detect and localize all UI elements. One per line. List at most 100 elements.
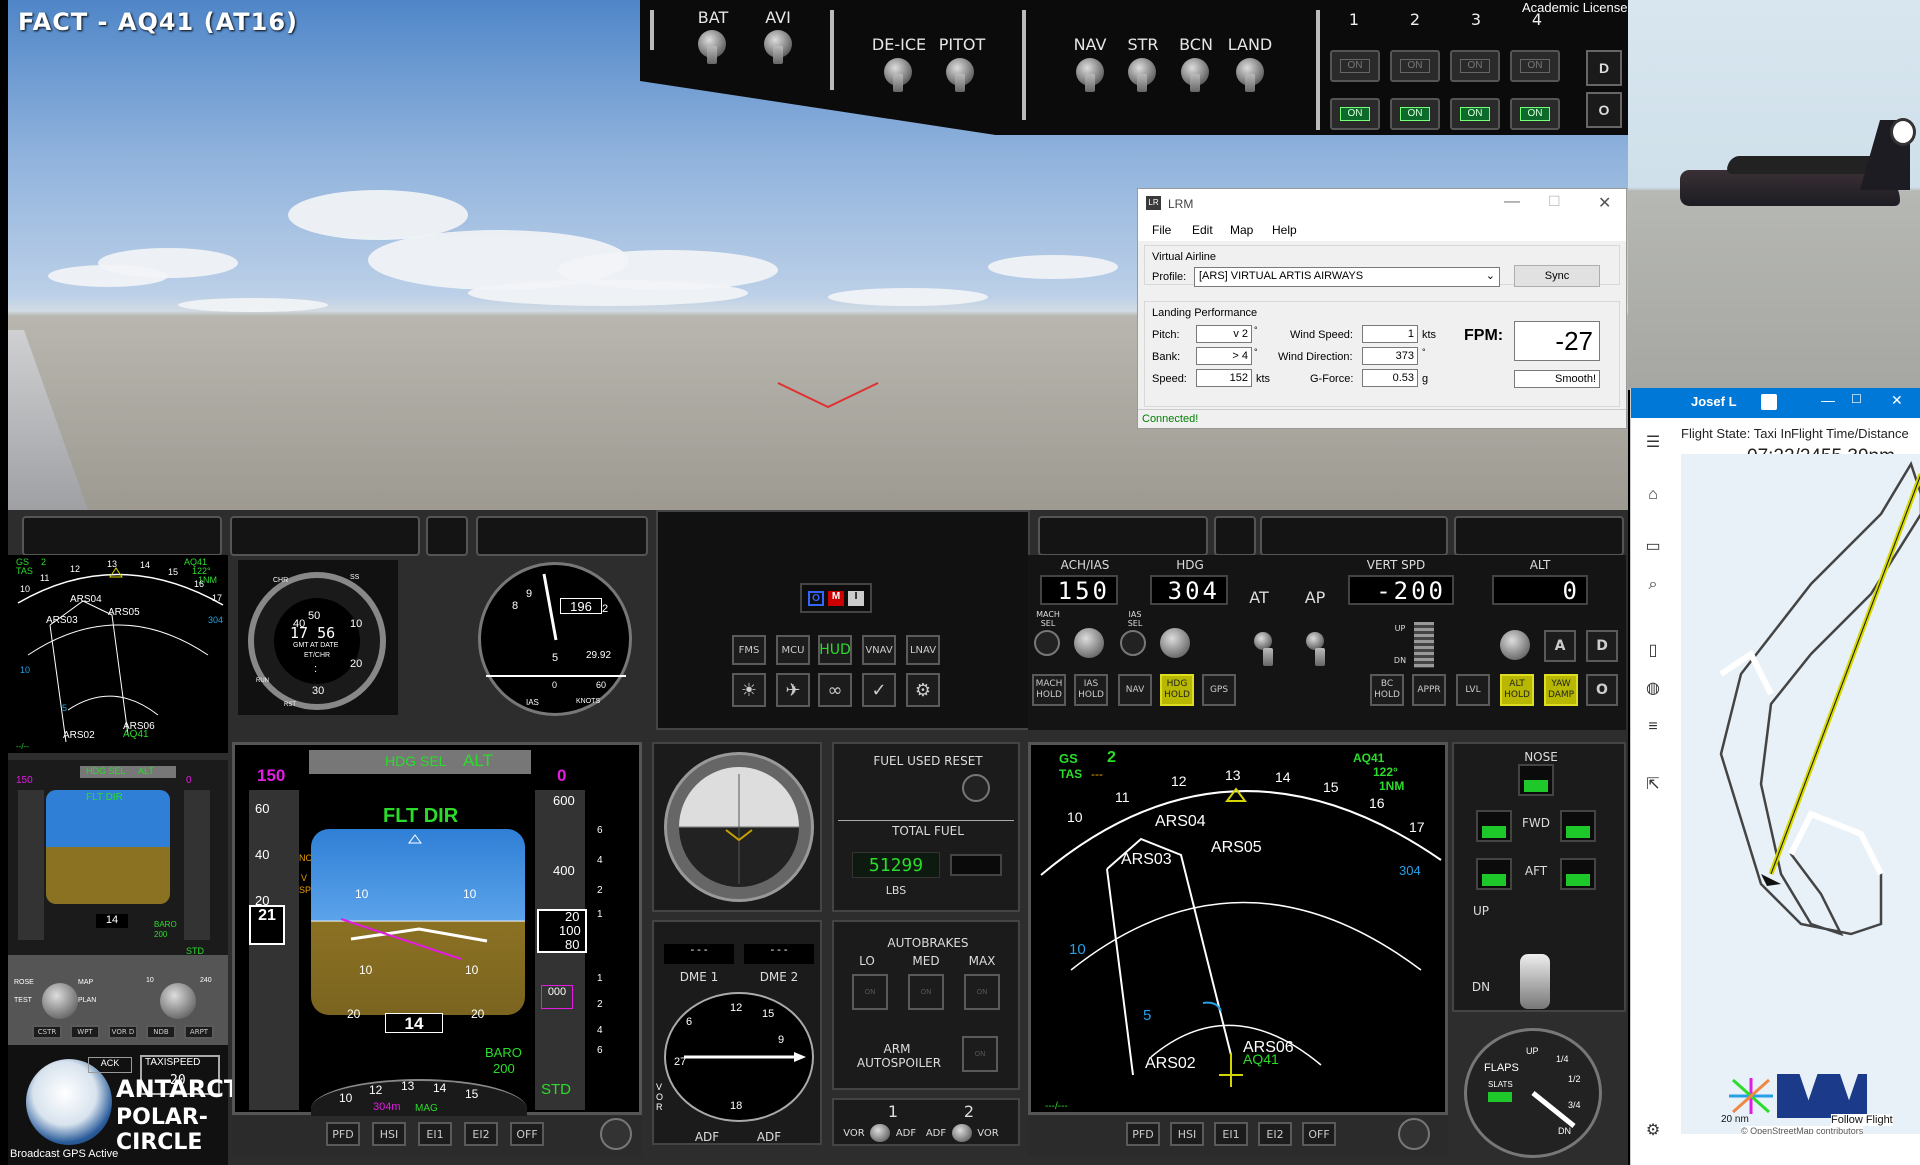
gps-button[interactable]: GPS	[1202, 674, 1236, 706]
checklist-icon[interactable]: ✓	[862, 673, 896, 707]
mini-vord-button[interactable]: VOR D	[108, 1025, 138, 1039]
menu-file[interactable]: File	[1152, 223, 1171, 237]
mini-ndb-button[interactable]: NDB	[146, 1025, 176, 1039]
sync-button[interactable]: Sync	[1514, 265, 1600, 287]
engine-4-start-button[interactable]: ON	[1510, 50, 1560, 82]
nd-pfd-button[interactable]: PFD	[1126, 1122, 1160, 1146]
menu-map[interactable]: Map	[1230, 223, 1253, 237]
at-switch[interactable]	[1254, 632, 1273, 666]
flight-map[interactable]: 20 nm Follow Flight © OpenStreetMap cont…	[1681, 454, 1920, 1134]
land-switch[interactable]	[1236, 58, 1264, 92]
pitot-switch[interactable]	[946, 58, 974, 92]
autobrake-lo-button[interactable]: ON	[852, 974, 888, 1010]
lvl-button[interactable]: LVL	[1456, 674, 1490, 706]
list-icon[interactable]: ≡	[1643, 718, 1663, 738]
yaw-damp-button[interactable]: YAW DAMP	[1544, 674, 1578, 706]
hud-button[interactable]: HUD	[818, 635, 852, 665]
logbook-icon[interactable]: ▭	[1643, 536, 1663, 556]
overhead-o-button[interactable]: O	[1586, 92, 1622, 128]
search-icon[interactable]: ⌕	[1643, 576, 1663, 596]
minimize-icon[interactable]: —	[1821, 392, 1835, 408]
mini-range-knob[interactable]	[160, 983, 196, 1019]
bat-switch[interactable]	[698, 30, 726, 64]
appr-button[interactable]: APPR	[1412, 674, 1446, 706]
radio-2-knob[interactable]	[952, 1124, 972, 1142]
radio-1-knob[interactable]	[870, 1124, 890, 1142]
mini-mode-knob[interactable]	[42, 983, 78, 1019]
hdg-hold-button[interactable]: HDG HOLD	[1160, 674, 1194, 706]
mini-wpt-button[interactable]: WPT	[70, 1025, 100, 1039]
menu-icon[interactable]: ☰	[1643, 432, 1663, 452]
mini-cstr-button[interactable]: CSTR	[32, 1025, 62, 1039]
engine-3-start-button[interactable]: ON	[1450, 50, 1500, 82]
home-icon[interactable]: ⌂	[1643, 486, 1663, 506]
nav-switch[interactable]	[1076, 58, 1104, 92]
mcp-o-button[interactable]: O	[1586, 674, 1618, 706]
pfd-pfd-button[interactable]: PFD	[326, 1122, 360, 1146]
altitude-knob[interactable]	[1500, 630, 1530, 660]
close-icon[interactable]: ✕	[1598, 193, 1611, 213]
ias-hold-button[interactable]: IAS HOLD	[1074, 674, 1108, 706]
nd-hsi-button[interactable]: HSI	[1170, 1122, 1204, 1146]
fms-button[interactable]: FMS	[732, 635, 766, 665]
autobrake-med-button[interactable]: ON	[908, 974, 944, 1010]
mach-sel-button[interactable]	[1034, 630, 1060, 656]
autobrake-max-button[interactable]: ON	[964, 974, 1000, 1010]
speed-knob[interactable]	[1074, 628, 1104, 658]
close-icon[interactable]: ✕	[1891, 392, 1903, 409]
nd-ei2-button[interactable]: EI2	[1258, 1122, 1292, 1146]
settings-gear-icon[interactable]: ⚙	[1643, 1120, 1663, 1140]
maximize-icon[interactable]: ☐	[1851, 392, 1862, 406]
pfd: HDG SEL ALT 150 0 60 40 20 NO V SPD 21 F…	[232, 742, 642, 1139]
avi-switch[interactable]	[764, 30, 792, 64]
nav-button[interactable]: NAV	[1118, 674, 1152, 706]
maximize-icon[interactable]: ☐	[1548, 193, 1561, 210]
engine-2-start-button[interactable]: ON	[1390, 50, 1440, 82]
weather-icon[interactable]: ☀	[732, 673, 766, 707]
globe-icon[interactable]: ◍	[1643, 678, 1663, 698]
pfd-ei1-button[interactable]: EI1	[418, 1122, 452, 1146]
mcu-button[interactable]: MCU	[776, 635, 810, 665]
nd-off-button[interactable]: OFF	[1302, 1122, 1336, 1146]
engine-1-run-button[interactable]: ON	[1330, 98, 1380, 130]
overhead-d-button[interactable]: D	[1586, 50, 1622, 86]
fuel-reset-button[interactable]	[962, 774, 990, 802]
mini-arpt-button[interactable]: ARPT	[184, 1025, 214, 1039]
minimize-icon[interactable]: —	[1504, 193, 1520, 211]
menu-help[interactable]: Help	[1272, 223, 1297, 237]
autospoiler-button[interactable]: ON	[962, 1036, 998, 1072]
share-icon[interactable]: ⇱	[1643, 774, 1663, 794]
pfd-hsi-button[interactable]: HSI	[372, 1122, 406, 1146]
mcp-d-button[interactable]: D	[1586, 630, 1618, 662]
ias-sel-button[interactable]	[1120, 630, 1146, 656]
flight-icon[interactable]: ✈	[776, 673, 810, 707]
engine-4-run-button[interactable]: ON	[1510, 98, 1560, 130]
alt-hold-button[interactable]: ALT HOLD	[1500, 674, 1534, 706]
nd-ei1-button[interactable]: EI1	[1214, 1122, 1248, 1146]
route-icon[interactable]: ∞	[818, 673, 852, 707]
deice-switch[interactable]	[884, 58, 912, 92]
mach-hold-button[interactable]: MACH HOLD	[1032, 674, 1066, 706]
heading-knob[interactable]	[1160, 628, 1190, 658]
follow-flight-toggle[interactable]: Follow Flight	[1831, 1114, 1893, 1126]
pfd-brightness-knob[interactable]	[600, 1118, 632, 1150]
profile-select[interactable]: [ARS] VIRTUAL ARTIS AIRWAYS ⌄	[1194, 267, 1500, 287]
engine-3-run-button[interactable]: ON	[1450, 98, 1500, 130]
phone-icon[interactable]: ▯	[1643, 640, 1663, 660]
pfd-ei2-button[interactable]: EI2	[464, 1122, 498, 1146]
engine-1-start-button[interactable]: ON	[1330, 50, 1380, 82]
bc-hold-button[interactable]: BC HOLD	[1370, 674, 1404, 706]
settings-gear-icon[interactable]: ⚙	[906, 673, 940, 707]
lnav-button[interactable]: LNAV	[906, 635, 940, 665]
menu-edit[interactable]: Edit	[1192, 223, 1213, 237]
pfd-off-button[interactable]: OFF	[510, 1122, 544, 1146]
gear-lever[interactable]	[1520, 954, 1550, 1009]
vs-wheel[interactable]	[1414, 622, 1434, 668]
mcp-a-button[interactable]: A	[1544, 630, 1576, 662]
nd-brightness-knob[interactable]	[1398, 1118, 1430, 1150]
ap-switch[interactable]	[1306, 632, 1325, 666]
vnav-button[interactable]: VNAV	[862, 635, 896, 665]
str-switch[interactable]	[1128, 58, 1156, 92]
engine-2-run-button[interactable]: ON	[1390, 98, 1440, 130]
bcn-switch[interactable]	[1181, 58, 1209, 92]
